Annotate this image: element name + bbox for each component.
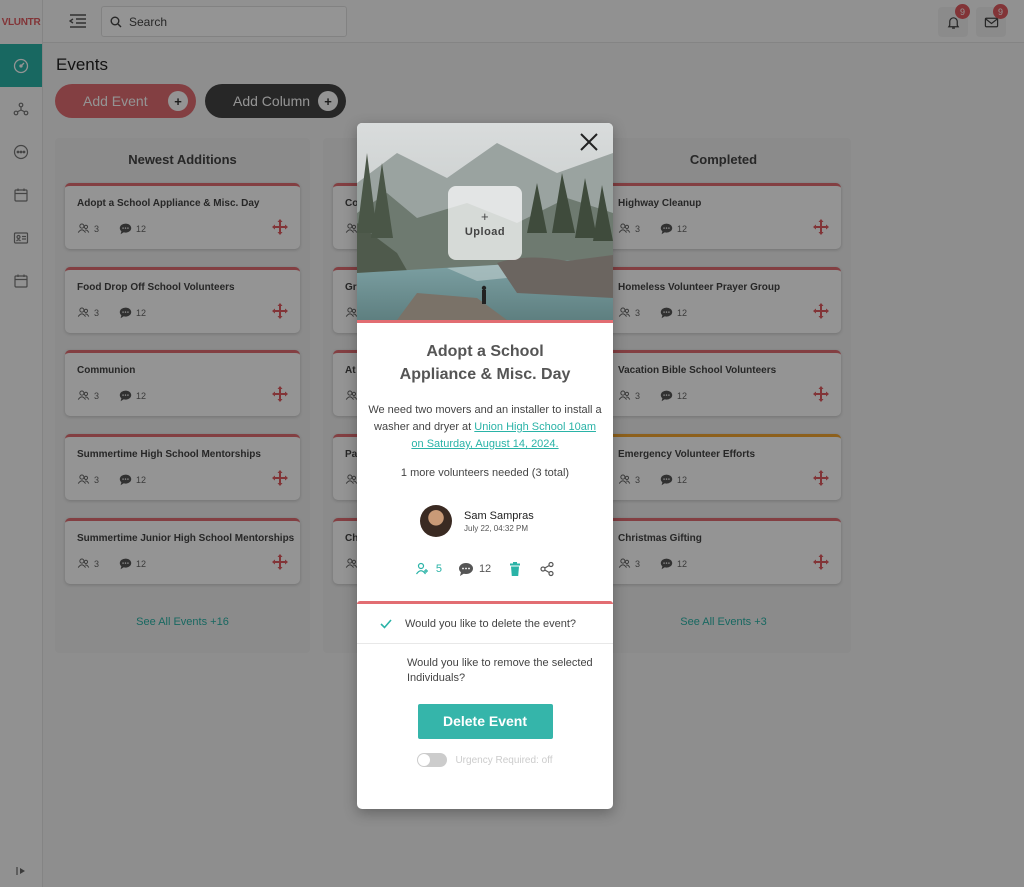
share-button[interactable] <box>539 561 555 577</box>
upload-plus-icon: + <box>480 208 490 224</box>
author-name: Sam Sampras <box>464 509 534 522</box>
close-icon[interactable] <box>578 131 600 153</box>
urgency-toggle-row: Urgency Required: off <box>357 753 613 767</box>
avatar[interactable] <box>420 505 452 537</box>
author-date: July 22, 04:32 PM <box>464 523 529 533</box>
upload-image-button[interactable]: + Upload <box>448 186 522 260</box>
event-title: Adopt a School Appliance & Misc. Day <box>399 343 571 383</box>
remove-individuals-option[interactable]: Would you like to remove the selected In… <box>357 644 613 684</box>
volunteers-needed: 1 more volunteers needed (3 total) <box>400 467 570 479</box>
volunteers-button[interactable]: 5 <box>415 561 442 577</box>
delete-trash-button[interactable] <box>507 561 523 577</box>
comments-count: 12 <box>478 563 492 575</box>
volunteers-count: 5 <box>435 563 442 575</box>
share-icon <box>540 561 554 577</box>
urgency-label: Urgency Required: off <box>455 754 553 766</box>
trash-icon <box>510 562 521 576</box>
event-description: We need two movers and an installer to i… <box>357 402 613 453</box>
volunteers-icon <box>415 562 428 575</box>
event-author: Sam Sampras July 22, 04:32 PM <box>420 505 613 537</box>
event-actions: 5 12 <box>357 561 613 577</box>
delete-event-button[interactable]: Delete Event <box>417 704 553 739</box>
checkmark-icon <box>380 619 392 629</box>
comment-icon <box>458 563 473 576</box>
accent-divider <box>357 320 613 323</box>
event-cover-image: + Upload <box>357 123 613 320</box>
event-detail-modal: + Upload Adopt a School Appliance & Misc… <box>357 123 613 809</box>
upload-label: Upload <box>464 225 506 238</box>
comments-button[interactable]: 12 <box>458 561 491 577</box>
delete-event-question: Would you like to delete the event? <box>405 617 577 630</box>
urgency-toggle[interactable] <box>417 753 448 767</box>
delete-event-option[interactable]: Would you like to delete the event? <box>357 604 613 644</box>
remove-individuals-question: Would you like to remove the selected In… <box>407 657 593 684</box>
